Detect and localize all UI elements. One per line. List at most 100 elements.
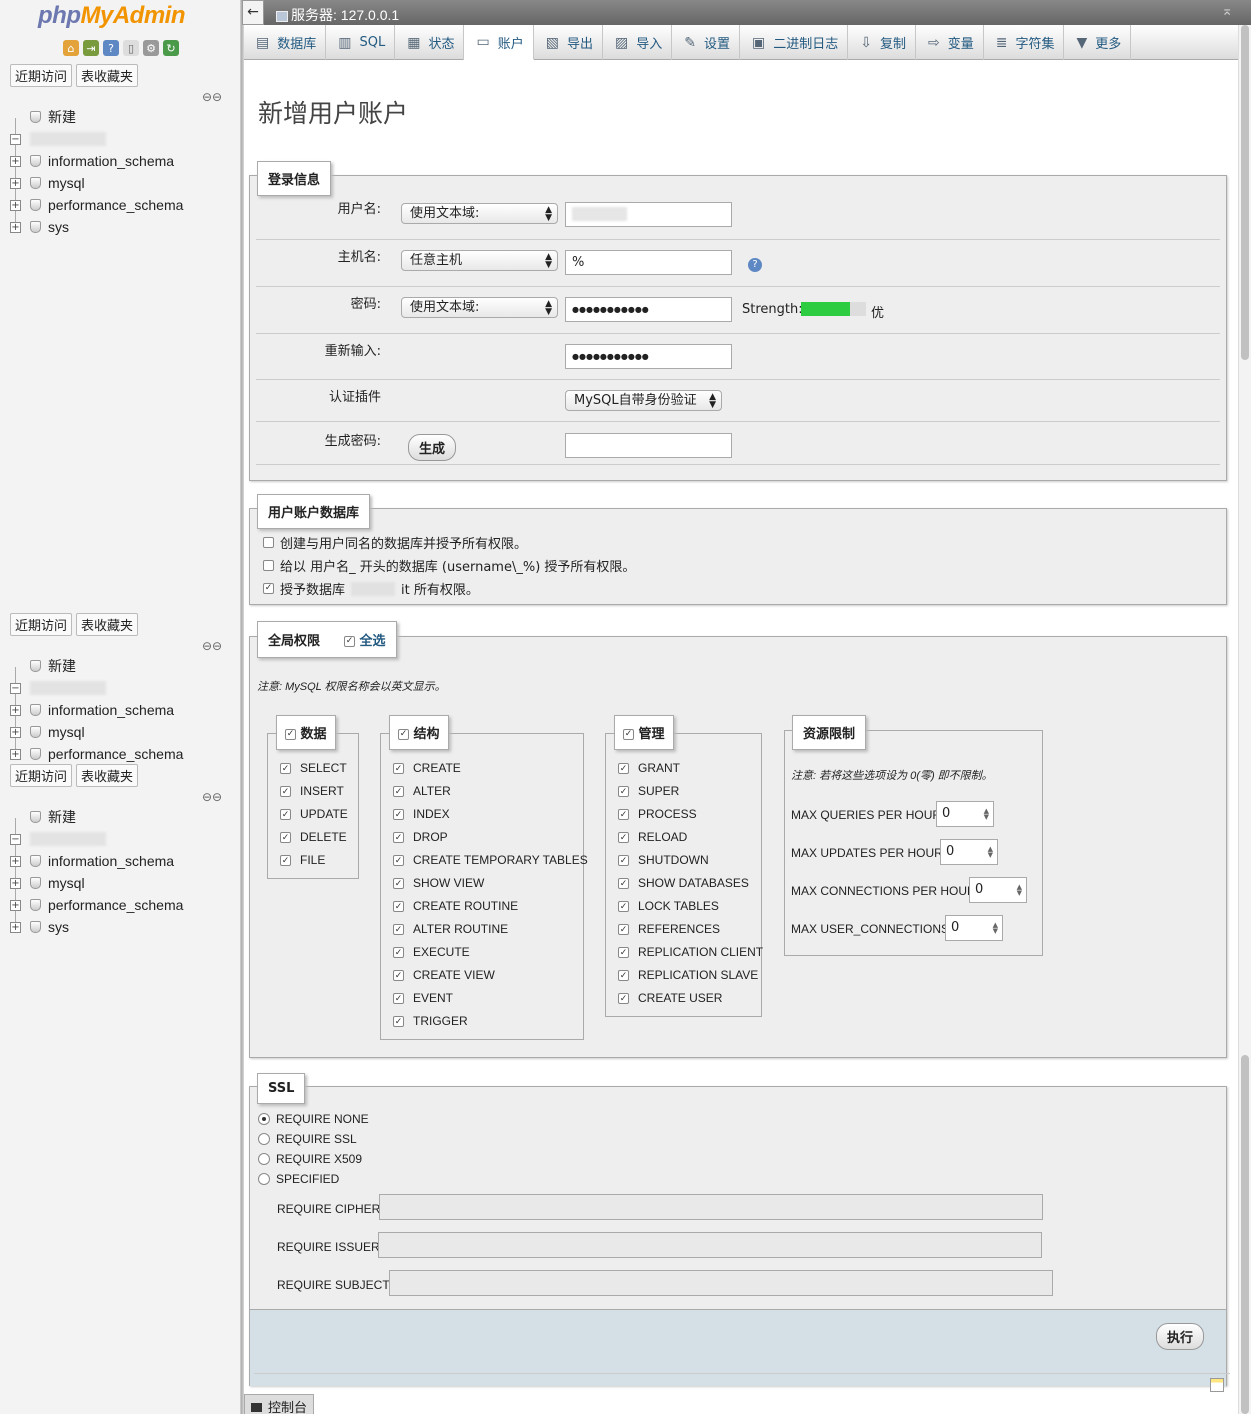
expand-icon[interactable]: + xyxy=(10,155,21,167)
privilege-references[interactable]: ✓ REFERENCES xyxy=(618,922,720,936)
scroll-thumb-lower[interactable] xyxy=(1241,1055,1249,1414)
tree-db[interactable]: + performance_schema xyxy=(0,894,240,916)
hostname-type-select[interactable]: 任意主机 ▲ ▼ xyxy=(401,250,558,271)
link-chain-icon[interactable]: ⊖⊖ xyxy=(202,90,222,104)
checkbox-checked[interactable]: ✓ xyxy=(618,854,629,866)
ssl-option-0[interactable]: REQUIRE NONE xyxy=(258,1112,369,1126)
tree-db[interactable]: + mysql xyxy=(0,872,240,894)
grant-db-option[interactable]: ✓ 授予数据库 it 所有权限。 xyxy=(263,579,479,598)
wildcard-db-option[interactable]: 给以 用户名_ 开头的数据库 (username\_%) 授予所有权限。 xyxy=(263,556,635,575)
checkbox-checked[interactable]: ✓ xyxy=(280,831,291,843)
tab-8[interactable]: ⇩ 复制 xyxy=(848,25,916,60)
checkbox-checked[interactable]: ✓ xyxy=(280,854,291,866)
limit-number-input[interactable]: 0 ▲ ▼ xyxy=(936,801,994,827)
expand-icon[interactable]: + xyxy=(10,199,21,211)
logout-icon[interactable]: ⇥ xyxy=(83,40,99,56)
tab-3[interactable]: ▭ 账户 xyxy=(464,25,534,60)
tree-db-hidden[interactable]: − xyxy=(0,828,240,850)
tree-db[interactable]: + sys xyxy=(0,916,240,938)
tab-10[interactable]: ≣ 字符集 xyxy=(984,25,1065,60)
data-group-checkbox[interactable]: ✓ xyxy=(285,729,296,740)
privilege-trigger[interactable]: ✓ TRIGGER xyxy=(393,1014,468,1028)
require-subject-input[interactable] xyxy=(389,1270,1053,1296)
limit-number-input[interactable]: 0 ▲ ▼ xyxy=(969,877,1027,903)
privilege-create-routine[interactable]: ✓ CREATE ROUTINE xyxy=(393,899,518,913)
require-cipher-input[interactable] xyxy=(379,1194,1043,1220)
privilege-drop[interactable]: ✓ DROP xyxy=(393,830,448,844)
tree-db[interactable]: + mysql xyxy=(0,172,240,194)
checkbox-checked[interactable]: ✓ xyxy=(280,808,291,820)
privilege-grant[interactable]: ✓ GRANT xyxy=(618,761,680,775)
radio[interactable] xyxy=(258,1153,270,1165)
checkbox-checked[interactable]: ✓ xyxy=(618,762,629,774)
expand-icon[interactable]: + xyxy=(10,877,21,889)
tree-db[interactable]: + information_schema xyxy=(0,150,240,172)
checkbox-checked[interactable]: ✓ xyxy=(618,808,629,820)
checkbox-checked[interactable]: ✓ xyxy=(618,785,629,797)
admin-group-checkbox[interactable]: ✓ xyxy=(623,729,634,740)
checkbox-checked[interactable]: ✓ xyxy=(263,583,274,594)
privilege-create-user[interactable]: ✓ CREATE USER xyxy=(618,991,722,1005)
tree-new[interactable]: 新建 xyxy=(0,655,240,677)
expand-icon[interactable]: + xyxy=(10,704,21,716)
favorites-tab[interactable]: 表收藏夹 xyxy=(76,64,139,87)
privilege-event[interactable]: ✓ EVENT xyxy=(393,991,453,1005)
home-icon[interactable]: ⌂ xyxy=(63,40,79,56)
radio-selected[interactable] xyxy=(258,1113,270,1125)
checkbox-checked[interactable]: ✓ xyxy=(393,992,404,1004)
radio[interactable] xyxy=(258,1173,270,1185)
tab-0[interactable]: ▤ 数据库 xyxy=(244,25,327,60)
go-button[interactable]: 执行 xyxy=(1155,1323,1204,1350)
tree-db[interactable]: + performance_schema xyxy=(0,743,240,765)
spinner-icon[interactable]: ▲ ▼ xyxy=(993,922,998,935)
require-issuer-input[interactable] xyxy=(378,1232,1042,1258)
privilege-create[interactable]: ✓ CREATE xyxy=(393,761,461,775)
back-arrow-icon[interactable]: ← xyxy=(242,0,264,25)
checkbox-checked[interactable]: ✓ xyxy=(393,877,404,889)
password-type-select[interactable]: 使用文本域: ▲ ▼ xyxy=(401,297,558,318)
select-all-label[interactable]: 全选 xyxy=(360,634,386,649)
radio[interactable] xyxy=(258,1133,270,1145)
tab-1[interactable]: ▥ SQL xyxy=(326,25,396,60)
privilege-file[interactable]: ✓ FILE xyxy=(280,853,325,867)
collapse-menu-icon[interactable]: ⌅ xyxy=(1221,3,1233,19)
privilege-process[interactable]: ✓ PROCESS xyxy=(618,807,697,821)
tree-db-hidden[interactable]: − xyxy=(0,677,240,699)
spinner-icon[interactable]: ▲ ▼ xyxy=(988,846,993,859)
privilege-super[interactable]: ✓ SUPER xyxy=(618,784,679,798)
phpmyadmin-logo[interactable]: phpMyAdmin xyxy=(38,2,185,30)
checkbox-checked[interactable]: ✓ xyxy=(280,762,291,774)
checkbox-checked[interactable]: ✓ xyxy=(393,946,404,958)
docs-icon[interactable]: ▯ xyxy=(123,40,139,56)
vertical-scrollbar[interactable] xyxy=(1238,25,1251,1414)
privilege-create-view[interactable]: ✓ CREATE VIEW xyxy=(393,968,495,982)
privilege-show-databases[interactable]: ✓ SHOW DATABASES xyxy=(618,876,749,890)
limit-number-input[interactable]: 0 ▲ ▼ xyxy=(940,839,998,865)
expand-icon[interactable]: + xyxy=(10,748,21,760)
privilege-alter[interactable]: ✓ ALTER xyxy=(393,784,451,798)
expand-icon[interactable]: + xyxy=(10,855,21,867)
checkbox[interactable] xyxy=(263,560,274,571)
privilege-execute[interactable]: ✓ EXECUTE xyxy=(393,945,470,959)
help-icon[interactable]: ? xyxy=(103,40,119,56)
checkbox[interactable] xyxy=(263,537,274,548)
checkbox-checked[interactable]: ✓ xyxy=(618,877,629,889)
checkbox-checked[interactable]: ✓ xyxy=(393,900,404,912)
notes-icon[interactable] xyxy=(1210,1378,1224,1392)
privilege-index[interactable]: ✓ INDEX xyxy=(393,807,450,821)
tab-11[interactable]: ▼ 更多 xyxy=(1064,25,1132,60)
checkbox-checked[interactable]: ✓ xyxy=(393,923,404,935)
privilege-create-temporary-tables[interactable]: ✓ CREATE TEMPORARY TABLES xyxy=(393,853,588,867)
tab-7[interactable]: ▣ 二进制日志 xyxy=(740,25,849,60)
ssl-option-1[interactable]: REQUIRE SSL xyxy=(258,1132,357,1146)
username-input[interactable] xyxy=(565,202,732,227)
privilege-reload[interactable]: ✓ RELOAD xyxy=(618,830,687,844)
recent-tab[interactable]: 近期访问 xyxy=(10,764,73,787)
hostname-input[interactable]: % xyxy=(565,250,732,275)
privilege-update[interactable]: ✓ UPDATE xyxy=(280,807,348,821)
privilege-lock-tables[interactable]: ✓ LOCK TABLES xyxy=(618,899,719,913)
select-all-checkbox[interactable]: ✓ xyxy=(344,636,356,647)
recent-tab[interactable]: 近期访问 xyxy=(10,613,73,636)
collapse-icon[interactable]: − xyxy=(10,682,21,694)
tab-6[interactable]: ✎ 设置 xyxy=(672,25,740,60)
